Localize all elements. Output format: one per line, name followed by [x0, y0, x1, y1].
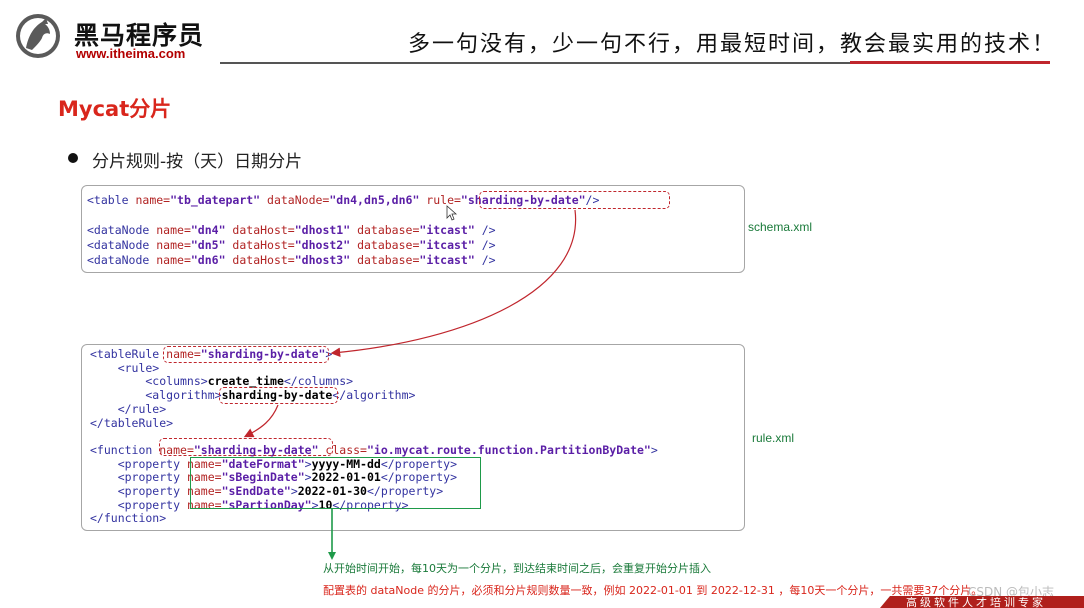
arrow-algorithm-to-function	[243, 404, 279, 438]
arrows-overlay	[243, 205, 577, 560]
footer-slogan: 高级软件人才培训专家	[906, 597, 1046, 608]
note-partition-cycle: 从开始时间开始，每10天为一个分片，到达结束时间之后，会重复开始分片插入	[323, 562, 711, 575]
mouse-cursor-icon	[446, 205, 458, 221]
arrow-schema-to-rule	[330, 209, 577, 358]
note-datanode-count: 配置表的 dataNode 的分片，必须和分片规则数量一致，例如 2022-01…	[323, 584, 983, 597]
